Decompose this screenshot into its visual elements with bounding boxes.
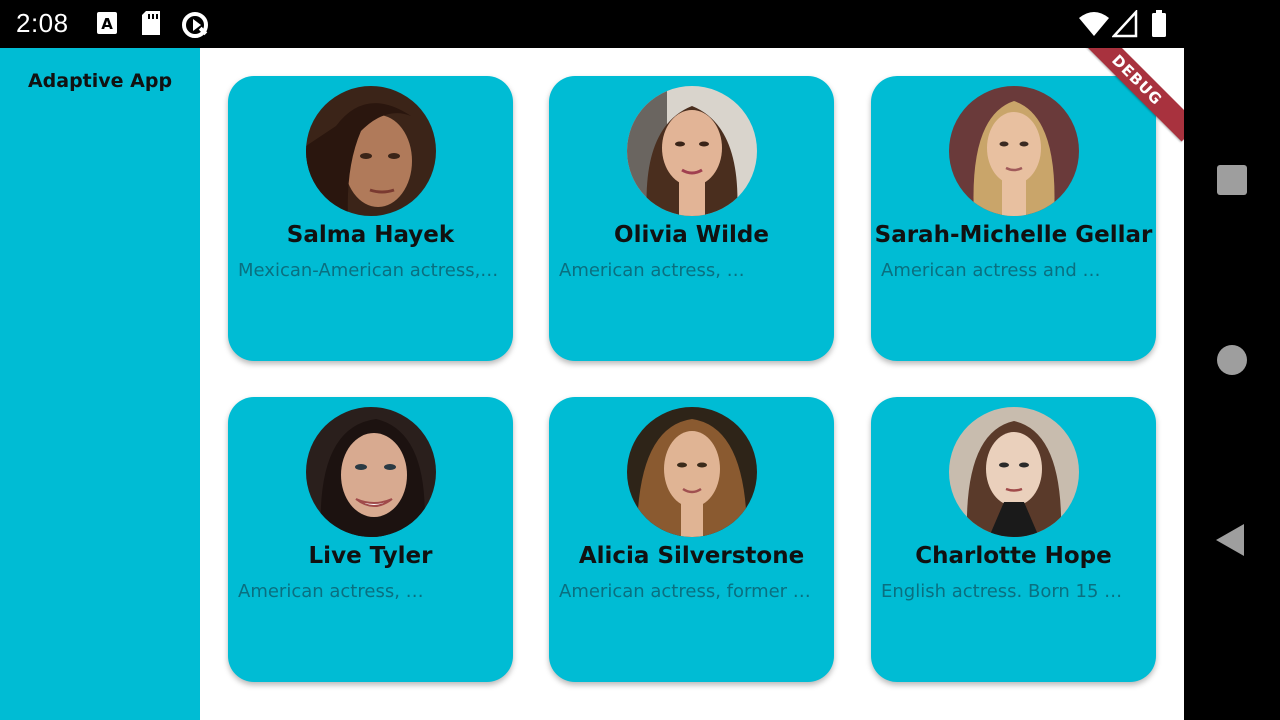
avatar [306, 407, 436, 537]
card-name: Olivia Wilde [614, 222, 769, 248]
card-name: Sarah-Michelle Gellar [874, 222, 1153, 248]
card-name: Charlotte Hope [915, 543, 1112, 569]
status-bar: 2:08 A [0, 0, 1184, 48]
person-card[interactable]: Live Tyler American actress, … [228, 397, 513, 682]
sd-card-icon [140, 10, 162, 40]
home-button[interactable] [1216, 344, 1248, 380]
wifi-icon [1078, 10, 1110, 42]
sync-icon [180, 10, 210, 44]
card-description: American actress and … [881, 260, 1101, 281]
person-card[interactable]: Salma Hayek Mexican-American actress, … [228, 76, 513, 361]
person-card[interactable]: Sarah-Michelle Gellar American actress a… [871, 76, 1156, 361]
avatar [949, 407, 1079, 537]
sidebar: Adaptive App [0, 48, 200, 720]
back-button[interactable] [1214, 522, 1246, 562]
svg-text:A: A [101, 15, 113, 33]
app-window: Adaptive App Salma Hayek Mexican-America… [0, 48, 1184, 720]
navigation-bar [1184, 0, 1280, 720]
avatar [627, 86, 757, 216]
card-name: Live Tyler [308, 543, 433, 569]
card-description: American actress, … [238, 581, 424, 602]
battery-icon [1150, 9, 1168, 43]
avatar [627, 407, 757, 537]
avatar [949, 86, 1079, 216]
person-card[interactable]: Alicia Silverstone American actress, for… [549, 397, 834, 682]
card-description: American actress, … [559, 260, 745, 281]
person-card[interactable]: Charlotte Hope English actress. Born 15 … [871, 397, 1156, 682]
card-description: English actress. Born 15 … [881, 581, 1123, 602]
status-time: 2:08 [16, 8, 69, 38]
person-card[interactable]: Olivia Wilde American actress, … [549, 76, 834, 361]
app-title: Adaptive App [27, 70, 173, 92]
font-download-icon: A [96, 10, 118, 40]
avatar [306, 86, 436, 216]
card-name: Alicia Silverstone [578, 543, 805, 569]
person-grid: Salma Hayek Mexican-American actress, … … [228, 76, 1158, 686]
card-description: Mexican-American actress, … [238, 260, 500, 281]
recents-button[interactable] [1216, 164, 1248, 200]
cell-signal-icon [1111, 8, 1138, 42]
card-name: Salma Hayek [286, 222, 455, 248]
card-description: American actress, former … [559, 581, 811, 602]
